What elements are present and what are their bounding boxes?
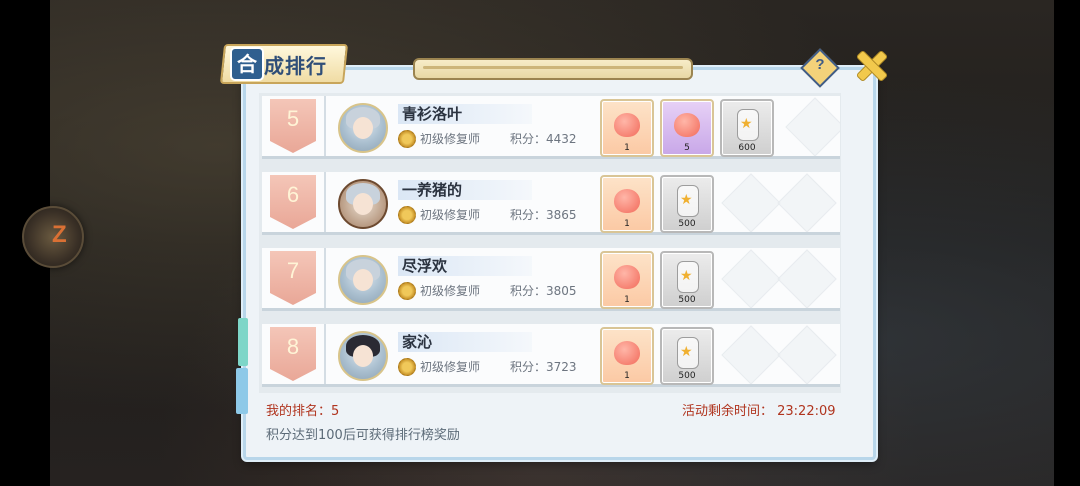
clipboard-clip [413, 58, 693, 80]
ranking-row[interactable]: 7 尽浮欢 初级修复师 积分：3805 1 500 [262, 248, 840, 311]
rank-number: 6 [286, 182, 300, 207]
reward-count: 1 [624, 295, 630, 305]
reward-item[interactable]: 500 [660, 175, 714, 233]
side-tab-teal[interactable] [238, 318, 248, 366]
reward-hint-text: 积分达到100后可获得排行榜奖励 [266, 428, 460, 443]
avatar[interactable] [338, 331, 388, 381]
player-score: 积分：3723 [510, 360, 577, 374]
reward-count: 1 [624, 219, 630, 229]
rank-number: 5 [286, 106, 300, 131]
time-left-text: 活动剩余时间： 23:22:09 [682, 404, 836, 419]
reward-item[interactable]: 500 [660, 251, 714, 309]
my-rank-text: 我的排名：5 [266, 404, 340, 419]
title-boxed-char: 合 [230, 47, 264, 81]
player-title: 初级修复师 [420, 208, 481, 222]
rank-badge: 5 [270, 99, 316, 153]
avatar[interactable] [338, 255, 388, 305]
gear-badge-icon [398, 282, 416, 300]
player-name: 青衫洛叶 [398, 104, 532, 124]
reward-item[interactable]: 1 [600, 99, 654, 157]
gear-badge-icon [398, 206, 416, 224]
gear-badge-icon [398, 358, 416, 376]
reward-item[interactable]: 1 [600, 175, 654, 233]
player-score: 积分：4432 [510, 132, 577, 146]
rank-number: 7 [286, 258, 300, 283]
right-screen-bar [1054, 0, 1080, 486]
reward-count: 1 [624, 143, 630, 153]
row-divider [324, 96, 326, 156]
reward-item[interactable]: 600 [720, 99, 774, 157]
peach-blob-icon [614, 265, 640, 289]
row-decoration [716, 324, 840, 384]
reward-count: 600 [738, 143, 756, 153]
row-divider [324, 248, 326, 308]
reward-count: 500 [678, 295, 696, 305]
side-menu-icon: Z [52, 221, 67, 248]
rank-badge: 8 [270, 327, 316, 381]
avatar[interactable] [338, 179, 388, 229]
avatar-face [353, 345, 373, 367]
row-decoration [716, 172, 840, 232]
star-jar-icon [677, 261, 699, 293]
close-x-icon[interactable] [852, 48, 886, 82]
question-diamond-icon: ? [815, 56, 825, 73]
star-jar-icon [677, 337, 699, 369]
player-title: 初级修复师 [420, 360, 481, 374]
reward-item[interactable]: 1 [600, 327, 654, 385]
side-tab-blue[interactable] [236, 368, 248, 414]
rank-number: 8 [286, 334, 300, 359]
reward-item[interactable]: 500 [660, 327, 714, 385]
row-decoration [716, 248, 840, 308]
panel-title: 合 成排行 [218, 40, 349, 84]
reward-count: 5 [684, 143, 690, 153]
avatar-face [353, 193, 373, 215]
player-title: 初级修复师 [420, 132, 481, 146]
peach-blob-icon [614, 189, 640, 213]
star-jar-icon [677, 185, 699, 217]
rank-badge: 7 [270, 251, 316, 305]
ranking-row[interactable]: 5 青衫洛叶 初级修复师 积分：4432 1 5 600 [262, 96, 840, 159]
reward-item[interactable]: 5 [660, 99, 714, 157]
peach-blob-icon [614, 341, 640, 365]
peach-blob-icon [614, 113, 640, 137]
player-name: 一养猪的 [398, 180, 532, 200]
star-jar-icon [737, 109, 759, 141]
row-decoration [780, 96, 840, 156]
avatar-face [353, 269, 373, 291]
player-score: 积分：3865 [510, 208, 577, 222]
avatar-face [353, 117, 373, 139]
title-text: 成排行 [264, 54, 327, 78]
player-score: 积分：3805 [510, 284, 577, 298]
player-name: 家沁 [398, 332, 532, 352]
avatar[interactable] [338, 103, 388, 153]
row-divider [324, 324, 326, 384]
ranking-row[interactable]: 8 家沁 初级修复师 积分：3723 1 500 [262, 324, 840, 387]
reward-item[interactable]: 1 [600, 251, 654, 309]
purple-blob-icon [674, 113, 700, 137]
ranking-row[interactable]: 6 一养猪的 初级修复师 积分：3865 1 500 [262, 172, 840, 235]
rank-badge: 6 [270, 175, 316, 229]
player-title: 初级修复师 [420, 284, 481, 298]
gear-badge-icon [398, 130, 416, 148]
reward-count: 500 [678, 371, 696, 381]
player-name: 尽浮欢 [398, 256, 532, 276]
row-divider [324, 172, 326, 232]
reward-count: 1 [624, 371, 630, 381]
side-menu-button[interactable]: Z [22, 206, 84, 268]
reward-count: 500 [678, 219, 696, 229]
